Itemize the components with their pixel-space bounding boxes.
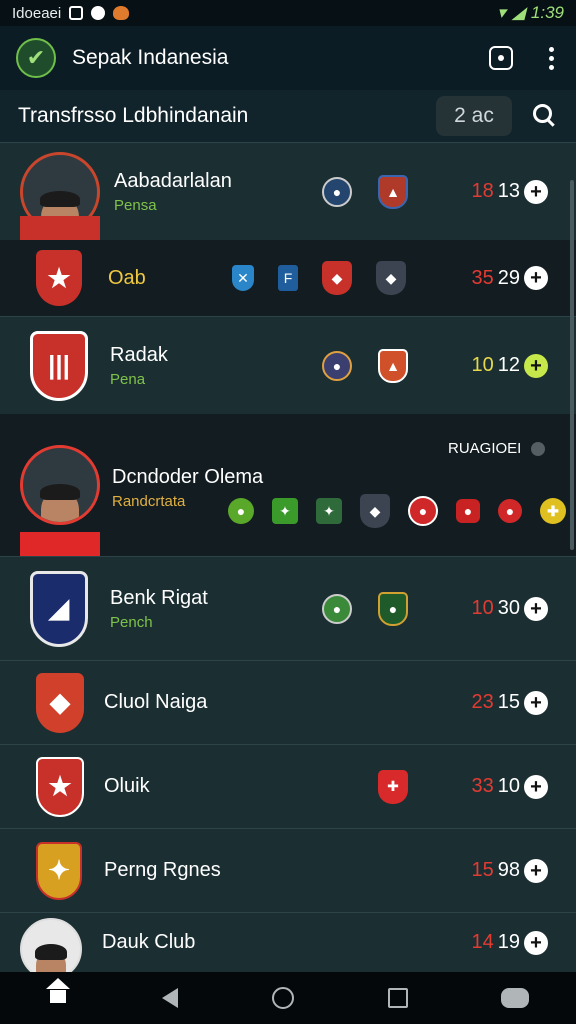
section-header: Transfrsso Ldbhindanain 2 ac <box>0 90 576 142</box>
score-away: 30 <box>497 597 520 619</box>
score-away: 19 <box>497 931 520 953</box>
camera-icon[interactable] <box>489 46 513 70</box>
list-item[interactable]: ◢ Benk Rigat Pench ● ● 10 30 + <box>0 556 576 660</box>
score-home: 15 <box>471 859 494 881</box>
item-name: Cluol Naiga <box>104 691 208 713</box>
recents-icon[interactable] <box>387 988 408 1008</box>
score-home: 10 <box>471 597 494 619</box>
player-avatar <box>20 151 100 240</box>
club-shield-icon: ✕ <box>232 265 254 291</box>
club-badge-icon: ✦ <box>36 841 82 900</box>
list-item-featured[interactable]: Dcndoder Olema Randcrtata RUAGIOEI ● ✦ ✦… <box>0 414 576 556</box>
club-shield-icon: ✚ <box>378 769 408 804</box>
player-avatar <box>20 445 100 556</box>
score-home: 35 <box>471 266 494 289</box>
notification-icon <box>69 6 84 20</box>
add-icon[interactable]: + <box>524 858 548 883</box>
item-name: Radak <box>110 343 168 366</box>
item-name: Aabadarlalan <box>114 169 232 192</box>
add-icon[interactable]: + <box>524 179 548 204</box>
club-badge-icon: ||| <box>30 330 88 401</box>
list-item[interactable]: ||| Radak Pena ● ▲ 10 12 + <box>0 316 576 414</box>
add-icon[interactable]: + <box>524 353 548 378</box>
club-shield-icon: ▲ <box>378 174 408 209</box>
score-home: 33 <box>471 775 494 797</box>
item-name: Dauk Club <box>102 931 196 953</box>
item-subtitle: Pensa <box>114 196 157 214</box>
score-away: 15 <box>497 691 520 713</box>
item-name: Perng Rgnes <box>104 859 221 881</box>
signal-icon: ◢ <box>511 3 525 22</box>
list-item[interactable]: ◆ Cluol Naiga 23 15 + <box>0 660 576 744</box>
item-name: Benk Rigat <box>110 586 208 609</box>
club-crest-icon: ✚ <box>540 498 566 524</box>
score-away: 29 <box>497 266 520 289</box>
home-circle-icon[interactable] <box>271 987 294 1009</box>
list-item[interactable]: ★ Oab ✕ F ◆ ◆ 35 29 + <box>0 240 576 316</box>
club-crest-icon: ● <box>322 176 352 207</box>
item-name: Dcndoder Olema <box>112 466 264 488</box>
club-badge-icon: ★ <box>36 250 82 306</box>
add-icon[interactable]: + <box>524 596 548 621</box>
app-bar: ✔ Sepak Indanesia <box>0 26 576 90</box>
item-name: Oluik <box>104 775 150 797</box>
club-shield-icon: ◆ <box>360 494 390 528</box>
app-title: Sepak Indanesia <box>72 46 229 69</box>
score-home: 23 <box>471 691 494 713</box>
back-icon[interactable] <box>162 988 179 1008</box>
wifi-icon: ▾ <box>497 3 506 22</box>
list-item[interactable]: ★ Oluik ✚ 33 10 + <box>0 744 576 828</box>
game-icon[interactable] <box>501 988 530 1008</box>
score-away: 13 <box>497 180 520 202</box>
add-icon[interactable]: + <box>524 930 548 955</box>
add-icon[interactable]: + <box>524 266 548 290</box>
status-bar: Idoeaei ▾ ◢ 1:39 <box>0 0 576 26</box>
club-shield-icon: ▲ <box>378 348 408 383</box>
section-title: Transfrsso Ldbhindanain <box>18 104 249 127</box>
score-home: 18 <box>471 180 494 202</box>
club-shield-icon: ● <box>378 591 408 626</box>
record-icon <box>91 6 106 20</box>
app-logo-icon: ✔ <box>16 38 56 78</box>
club-badge-icon: ◢ <box>30 570 88 647</box>
club-badge-icon: ✦ <box>316 498 342 524</box>
score-away: 10 <box>497 775 520 797</box>
club-letter-icon: F <box>278 265 298 291</box>
club-crest-icon: ● <box>408 496 438 526</box>
list-item[interactable]: Dauk Club 14 19 + <box>0 912 576 972</box>
home-icon[interactable] <box>45 978 70 1008</box>
more-icon[interactable] <box>549 46 554 70</box>
club-badge-icon: ◆ <box>36 672 84 733</box>
item-subtitle: Pena <box>110 370 146 388</box>
status-badge: RUAGIOEI <box>448 440 522 457</box>
score-home: 14 <box>471 931 494 953</box>
fox-icon <box>113 6 130 20</box>
add-icon[interactable]: + <box>524 774 548 799</box>
club-badge-icon: ★ <box>36 756 84 817</box>
club-crest-icon: ● <box>322 350 352 381</box>
list-item[interactable]: ✦ Perng Rgnes 15 98 + <box>0 828 576 912</box>
club-crest-icon: ● <box>228 498 254 524</box>
score-away: 12 <box>497 354 520 376</box>
add-icon[interactable]: + <box>524 690 548 715</box>
system-nav-bar <box>0 972 576 1024</box>
club-badge-icon: ✦ <box>272 498 298 524</box>
player-avatar <box>20 917 82 972</box>
item-name: Oab <box>108 266 146 289</box>
club-shield-icon: ◆ <box>376 261 406 295</box>
club-shield-icon: ◆ <box>322 261 352 295</box>
search-icon[interactable] <box>532 103 558 129</box>
carrier-label: Idoeaei <box>12 4 62 22</box>
scrollbar[interactable] <box>570 180 574 550</box>
filter-chip[interactable]: 2 ac <box>436 96 512 136</box>
list-item[interactable]: Aabadarlalan Pensa ● ▲ 18 13 + <box>0 142 576 240</box>
clock: 1:39 <box>530 3 564 22</box>
club-crest-icon: ● <box>322 593 352 624</box>
score-away: 98 <box>497 859 520 881</box>
score-home: 10 <box>471 354 494 376</box>
info-icon[interactable] <box>531 441 546 456</box>
club-badge-icon: ● <box>456 499 480 523</box>
item-subtitle: Pench <box>110 613 153 631</box>
club-crest-icon: ● <box>498 499 522 523</box>
